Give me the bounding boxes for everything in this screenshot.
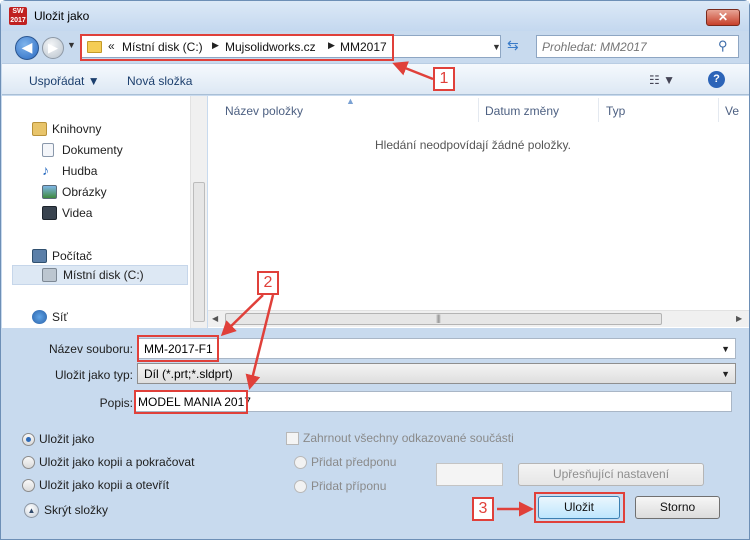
drive-icon xyxy=(42,268,57,282)
sidebar-item-music[interactable]: ♪ Hudba xyxy=(42,162,182,182)
save-type-select[interactable]: Díl (*.prt;*.sldprt) ▼ xyxy=(137,363,736,384)
help-icon[interactable]: ? xyxy=(708,71,725,88)
column-divider[interactable] xyxy=(478,98,479,122)
column-header-type[interactable]: Typ xyxy=(606,104,625,118)
save-type-value[interactable]: Díl (*.prt;*.sldprt) xyxy=(144,367,233,381)
sidebar-scroll-thumb[interactable] xyxy=(193,182,205,322)
filename-dropdown-icon[interactable]: ▼ xyxy=(721,344,730,354)
scroll-left-icon[interactable]: ◀ xyxy=(212,314,218,323)
sidebar-scrollbar[interactable] xyxy=(190,96,207,328)
documents-icon xyxy=(42,143,54,157)
forward-button[interactable]: ▶ xyxy=(42,37,64,59)
annotation-number-2: 2 xyxy=(257,271,279,295)
scroll-grip-icon: ||| xyxy=(436,313,441,323)
solidworks-app-icon: SW 2017 xyxy=(9,7,27,25)
column-divider[interactable] xyxy=(718,98,719,122)
sidebar-item-local-disk[interactable]: Místní disk (C:) xyxy=(12,265,188,285)
search-box[interactable]: ⚲ xyxy=(536,35,739,58)
checkbox-icon[interactable] xyxy=(286,432,299,445)
pictures-icon xyxy=(42,185,57,199)
navigation-pane: Knihovny Dokumenty ♪ Hudba Obrázky Videa… xyxy=(2,96,207,328)
column-header-date[interactable]: Datum změny xyxy=(485,104,559,118)
sidebar-item-videos[interactable]: Videa xyxy=(42,204,182,224)
annotation-number-3: 3 xyxy=(472,497,494,521)
annotation-box-save xyxy=(534,492,625,523)
sidebar-item-pictures[interactable]: Obrázky xyxy=(42,183,182,203)
change-view-icon[interactable]: ☷ ▼ xyxy=(649,73,675,87)
command-bar: Uspořádat ▼ Nová složka ☷ ▼ ? xyxy=(2,63,749,95)
prefix-suffix-field[interactable] xyxy=(436,463,503,486)
scroll-right-icon[interactable]: ▶ xyxy=(736,314,742,323)
radio-selected-icon[interactable] xyxy=(22,433,35,446)
sidebar-item-documents[interactable]: Dokumenty xyxy=(42,141,182,161)
music-icon: ♪ xyxy=(42,162,49,178)
radio-icon[interactable] xyxy=(294,456,307,469)
computer-icon xyxy=(32,249,47,263)
window-title: Uložit jako xyxy=(34,9,90,23)
file-list: ▲ Název položky Datum změny Typ Ve Hledá… xyxy=(208,96,749,328)
filename-field[interactable]: MM-2017-F1 ▼ xyxy=(137,338,736,359)
sort-ascending-icon: ▲ xyxy=(346,96,355,106)
annotation-box-description xyxy=(134,390,248,414)
network-icon xyxy=(32,310,47,324)
title-bar: SW 2017 Uložit jako ✕ xyxy=(1,1,749,31)
address-dropdown-icon[interactable]: ▼ xyxy=(492,42,501,52)
close-button[interactable]: ✕ xyxy=(706,9,740,26)
cancel-button[interactable]: Storno xyxy=(635,496,720,519)
column-header-name[interactable]: Název položky xyxy=(225,104,303,118)
column-header-size[interactable]: Ve xyxy=(725,104,739,118)
new-folder-button[interactable]: Nová složka xyxy=(127,74,192,88)
search-input[interactable] xyxy=(540,38,710,55)
recent-pages-dropdown-icon[interactable]: ▼ xyxy=(67,40,76,50)
sidebar-item-computer[interactable]: Počítač xyxy=(32,247,182,267)
horizontal-scroll-thumb[interactable]: ||| xyxy=(225,313,662,325)
save-type-dropdown-icon[interactable]: ▼ xyxy=(721,369,730,379)
advanced-settings-button[interactable]: Upřesňující nastavení xyxy=(518,463,704,486)
annotation-number-1: 1 xyxy=(433,67,455,91)
refresh-icon[interactable]: ⇆ xyxy=(507,37,519,54)
sidebar-item-network[interactable]: Síť xyxy=(32,308,182,328)
annotation-box-address xyxy=(80,34,394,61)
save-as-dialog: SW 2017 Uložit jako ✕ ◀ ▶ ▼ « Místní dis… xyxy=(0,0,750,540)
radio-icon[interactable] xyxy=(22,456,35,469)
empty-results-message: Hledání neodpovídají žádné položky. xyxy=(375,138,571,152)
collapse-up-icon[interactable]: ▲ xyxy=(24,503,39,518)
videos-icon xyxy=(42,206,57,220)
radio-icon[interactable] xyxy=(294,480,307,493)
search-icon[interactable]: ⚲ xyxy=(718,38,728,54)
back-button[interactable]: ◀ xyxy=(15,36,39,60)
description-label: Popis: xyxy=(99,396,133,410)
organize-button[interactable]: Uspořádat ▼ xyxy=(29,74,100,88)
column-divider[interactable] xyxy=(598,98,599,122)
libraries-icon xyxy=(32,122,47,136)
sidebar-item-libraries[interactable]: Knihovny xyxy=(32,120,182,140)
save-type-label: Uložit jako typ: xyxy=(54,368,133,382)
radio-icon[interactable] xyxy=(22,479,35,492)
annotation-box-filename xyxy=(137,335,219,362)
filename-label: Název souboru: xyxy=(48,342,133,356)
horizontal-scrollbar[interactable]: ◀ ||| ▶ xyxy=(208,310,749,327)
